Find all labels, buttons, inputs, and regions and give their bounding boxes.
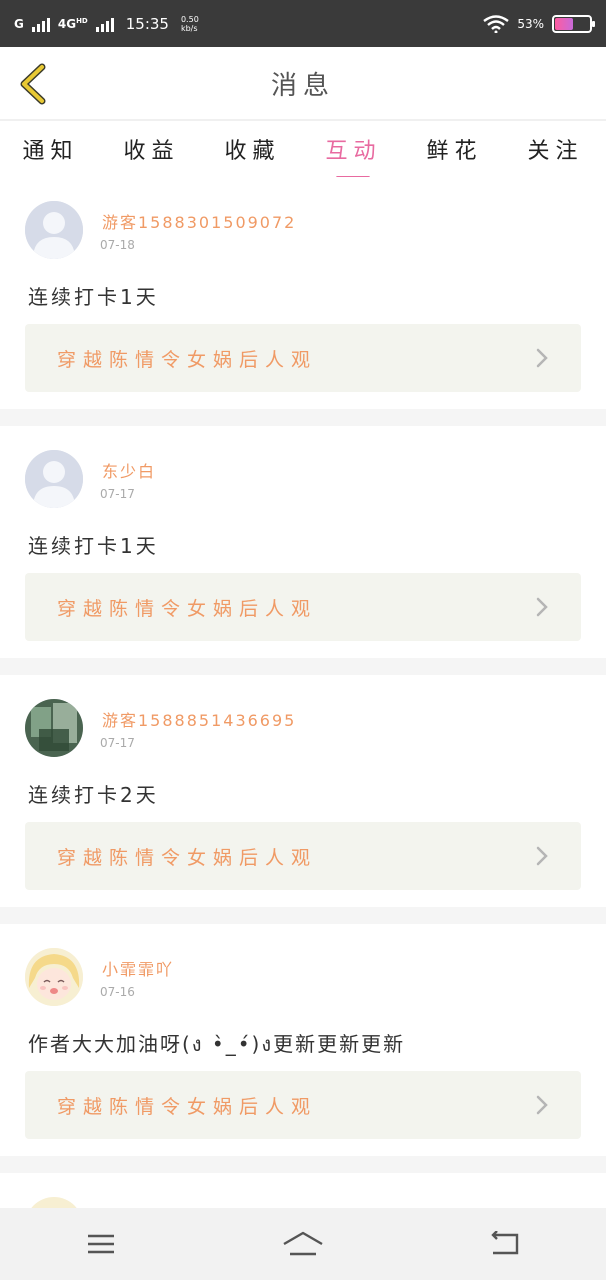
default-avatar-icon (25, 450, 83, 508)
network-4g-label: 4GHD (57, 16, 88, 31)
user-name[interactable]: 小霏霏吖 (102, 956, 174, 980)
tab-interactions[interactable]: 互动 (321, 133, 385, 165)
return-icon (491, 1231, 519, 1255)
book-title: 穿越陈情令女娲后人观 (57, 348, 318, 371)
network-speed: 0.50 kb/s (180, 14, 199, 33)
back-button[interactable] (16, 63, 50, 105)
tab-follows[interactable]: 关注 (523, 133, 587, 165)
list-item-partial (0, 1173, 606, 1213)
post-date: 07-17 (100, 736, 135, 750)
default-avatar-icon (25, 201, 83, 259)
post-date: 07-16 (100, 985, 135, 999)
tab-favorites[interactable]: 收藏 (220, 133, 284, 165)
chevron-right-icon (536, 1095, 548, 1115)
signal-icon (31, 16, 50, 32)
clock: 15:35 (125, 14, 169, 33)
network-g-label: G (14, 16, 24, 31)
tab-bar: 通知 收益 收藏 互动 鲜花 关注 (0, 121, 606, 177)
user-name[interactable]: 游客15888514366​95 (102, 707, 296, 731)
list-item: 游客15883015090​72 07-18 连续打卡1天 穿越陈情令女娲后人观 (0, 177, 606, 426)
tab-earnings[interactable]: 收益 (119, 133, 183, 165)
post-text: 连续打卡1天 (28, 285, 159, 309)
avatar[interactable] (25, 450, 83, 508)
menu-icon (88, 1234, 114, 1254)
battery-percent: 53% (517, 16, 544, 31)
home-button[interactable] (273, 1219, 333, 1269)
chevron-right-icon (536, 597, 548, 617)
list-item: 游客15888514366​95 07-17 连续打卡2天 穿越陈情令女娲后人观 (0, 675, 606, 924)
post-text: 作者大大加油呀(ง •̀_•́)ง更新更新更新 (28, 1032, 406, 1056)
status-bar: G 4GHD 15:35 0.50 kb/s 53% (0, 0, 606, 47)
back-nav-button[interactable] (475, 1219, 535, 1269)
home-icon (283, 1231, 323, 1256)
avatar[interactable] (25, 699, 83, 757)
book-link[interactable]: 穿越陈情令女娲后人观 (25, 324, 581, 392)
post-text: 连续打卡1天 (28, 534, 159, 558)
user-name[interactable]: 游客15883015090​72 (102, 209, 296, 233)
tab-notifications[interactable]: 通知 (18, 133, 82, 165)
post-text: 连续打卡2天 (28, 783, 159, 807)
list-item: 东少白 07-17 连续打卡1天 穿越陈情令女娲后人观 (0, 426, 606, 675)
book-link[interactable]: 穿越陈情令女娲后人观 (25, 1071, 581, 1139)
page-title: 消息 (270, 70, 335, 101)
tab-flowers[interactable]: 鲜花 (422, 133, 486, 165)
signal-icon-2 (95, 16, 114, 32)
chevron-right-icon (536, 846, 548, 866)
book-title: 穿越陈情令女娲后人观 (57, 846, 318, 869)
chevron-right-icon (536, 348, 548, 368)
user-name[interactable]: 东少白 (102, 458, 156, 482)
system-nav-bar (0, 1208, 606, 1280)
chevron-left-icon (20, 63, 46, 105)
photo-avatar-icon (25, 699, 83, 757)
anime-avatar-icon (25, 948, 83, 1006)
post-date: 07-18 (100, 238, 135, 252)
book-title: 穿越陈情令女娲后人观 (57, 597, 318, 620)
book-link[interactable]: 穿越陈情令女娲后人观 (25, 822, 581, 890)
battery-icon (552, 14, 595, 33)
menu-button[interactable] (71, 1219, 131, 1269)
wifi-icon (483, 14, 510, 33)
avatar[interactable] (25, 201, 83, 259)
avatar[interactable] (25, 948, 83, 1006)
list-item: 小霏霏吖 07-16 作者大大加油呀(ง •̀_•́)ง更新更新更新 穿越陈情令… (0, 924, 606, 1173)
book-link[interactable]: 穿越陈情令女娲后人观 (25, 573, 581, 641)
interaction-feed: 游客15883015090​72 07-18 连续打卡1天 穿越陈情令女娲后人观… (0, 177, 606, 1213)
post-date: 07-17 (100, 487, 135, 501)
nav-header: 消息 (0, 47, 606, 121)
book-title: 穿越陈情令女娲后人观 (57, 1095, 318, 1118)
